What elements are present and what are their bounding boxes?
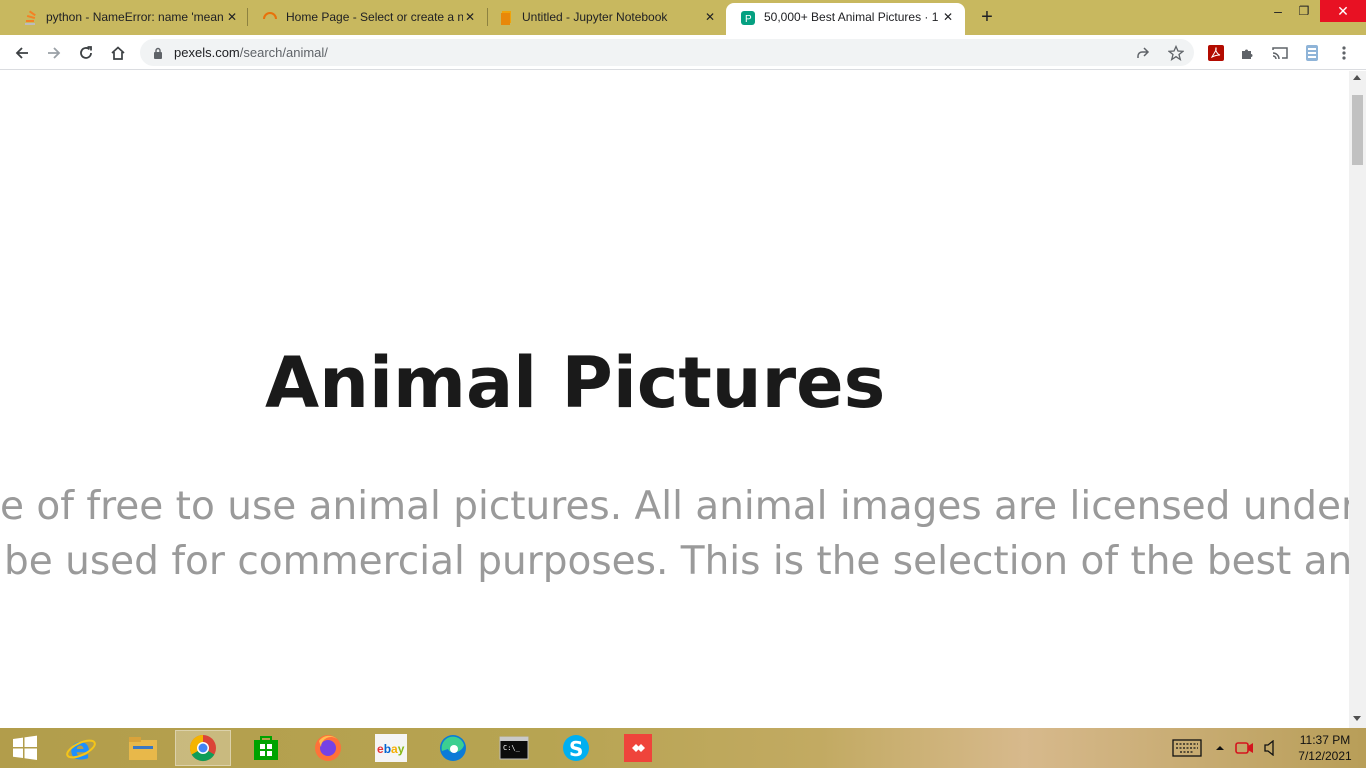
- tab-stackoverflow[interactable]: python - NameError: name 'mean' is not d…: [8, 0, 246, 35]
- anydesk-icon: [624, 734, 652, 762]
- taskbar-file-explorer[interactable]: [115, 730, 171, 766]
- taskbar-chrome[interactable]: [175, 730, 231, 766]
- camera-tray-button[interactable]: [1234, 728, 1256, 768]
- scroll-down-arrow-icon[interactable]: [1353, 716, 1361, 721]
- restore-button[interactable]: ❐: [1289, 0, 1319, 35]
- volume-button[interactable]: [1260, 728, 1280, 768]
- new-tab-button[interactable]: +: [977, 7, 997, 27]
- svg-text:ebay: ebay: [377, 742, 405, 756]
- tab-title: Untitled - Jupyter Notebook: [522, 10, 668, 24]
- jupyter-icon: [498, 10, 514, 26]
- svg-text:C:\_: C:\_: [503, 744, 521, 752]
- taskbar-anydesk[interactable]: [610, 730, 666, 766]
- home-icon: [111, 46, 125, 60]
- clock-date: 7/12/2021: [1298, 749, 1352, 763]
- svg-text:e: e: [70, 733, 90, 763]
- bookmark-star-icon[interactable]: [1167, 44, 1185, 62]
- taskbar-terminal[interactable]: C:\_: [486, 730, 542, 766]
- ebay-icon: ebay: [375, 734, 407, 762]
- start-icon: [13, 735, 37, 760]
- skype-icon: S: [563, 735, 589, 761]
- edge-icon: [440, 735, 466, 761]
- start-button[interactable]: [0, 730, 50, 766]
- vertical-scrollbar[interactable]: [1349, 71, 1366, 728]
- windows-taskbar: e ebay C:\_ S 11:37 PM 7/12/2021: [0, 728, 1366, 768]
- tab-title: Home Page - Select or create a notebook: [286, 10, 463, 24]
- close-tab-icon[interactable]: ✕: [224, 9, 240, 25]
- keyboard-icon: [1172, 739, 1202, 757]
- terminal-icon: C:\_: [499, 736, 529, 760]
- touch-keyboard-button[interactable]: [1170, 728, 1204, 768]
- speaker-icon: [1264, 740, 1274, 756]
- tab-title: 50,000+ Best Animal Pictures · 100% Free…: [764, 10, 938, 24]
- close-tab-icon[interactable]: ✕: [702, 9, 718, 25]
- address-bar[interactable]: pexels.com/search/animal/: [140, 39, 1194, 66]
- reload-icon: [80, 46, 92, 59]
- firefox-icon: [315, 735, 341, 761]
- stackoverflow-icon: [22, 10, 38, 26]
- close-tab-icon[interactable]: ✕: [940, 9, 956, 25]
- close-tab-icon[interactable]: ✕: [462, 9, 478, 25]
- forward-arrow-icon: [48, 47, 61, 59]
- tab-strip: python - NameError: name 'mean' is not d…: [0, 0, 1366, 35]
- back-arrow-icon: [15, 47, 28, 59]
- acrobat-extension-icon[interactable]: [1204, 41, 1228, 65]
- clock-time: 11:37 PM: [1299, 733, 1351, 747]
- chrome-icon: [189, 734, 216, 762]
- svg-text:P: P: [745, 14, 752, 25]
- url-path: /search/animal/: [239, 45, 328, 60]
- tab-jupyter[interactable]: Untitled - Jupyter Notebook ✕: [484, 0, 724, 35]
- url-host: pexels.com: [174, 45, 240, 60]
- browser-toolbar: pexels.com/search/animal/: [0, 35, 1366, 70]
- forward-button[interactable]: [42, 41, 66, 65]
- loading-spinner-icon: [262, 10, 278, 26]
- reload-button[interactable]: [74, 41, 98, 65]
- internet-explorer-icon: e: [66, 733, 96, 763]
- close-window-button[interactable]: ✕: [1320, 0, 1366, 22]
- page-title: Animal Pictures: [265, 342, 886, 424]
- taskbar-skype[interactable]: S: [548, 730, 604, 766]
- svg-text:S: S: [569, 737, 583, 761]
- home-button[interactable]: [106, 41, 130, 65]
- taskbar-internet-explorer[interactable]: e: [53, 730, 109, 766]
- chevron-up-icon: [1216, 746, 1224, 750]
- scroll-up-arrow-icon[interactable]: [1353, 75, 1361, 80]
- camera-icon: [1235, 742, 1253, 754]
- taskbar-ebay[interactable]: ebay: [363, 730, 419, 766]
- taskbar-store[interactable]: [238, 730, 294, 766]
- taskbar-edge[interactable]: [425, 730, 481, 766]
- page-viewport: Animal Pictures e of free to use animal …: [0, 71, 1349, 728]
- show-hidden-icons-button[interactable]: [1212, 728, 1228, 768]
- file-explorer-icon: [129, 737, 157, 760]
- profile-avatar-icon[interactable]: [1300, 41, 1324, 65]
- pexels-icon: P: [740, 10, 756, 26]
- page-description-line-2: be used for commercial purposes. This is…: [4, 539, 1349, 584]
- taskbar-firefox[interactable]: [300, 730, 356, 766]
- share-icon[interactable]: [1134, 44, 1152, 62]
- back-button[interactable]: [10, 41, 34, 65]
- url-text[interactable]: pexels.com/search/animal/: [174, 45, 328, 60]
- cast-icon[interactable]: [1268, 41, 1292, 65]
- tab-title: python - NameError: name 'mean' is not d…: [46, 10, 223, 24]
- taskbar-clock[interactable]: 11:37 PM 7/12/2021: [1288, 732, 1362, 764]
- scrollbar-thumb[interactable]: [1352, 95, 1363, 165]
- page-description-line-1: e of free to use animal pictures. All an…: [0, 484, 1349, 529]
- lock-icon[interactable]: [153, 46, 163, 64]
- tab-pexels-active[interactable]: P 50,000+ Best Animal Pictures · 100% Fr…: [726, 3, 965, 35]
- tab-notebook-home[interactable]: Home Page - Select or create a notebook …: [248, 0, 486, 35]
- store-icon: [254, 736, 278, 760]
- extensions-puzzle-icon[interactable]: [1236, 41, 1260, 65]
- chrome-menu-icon[interactable]: [1332, 41, 1356, 65]
